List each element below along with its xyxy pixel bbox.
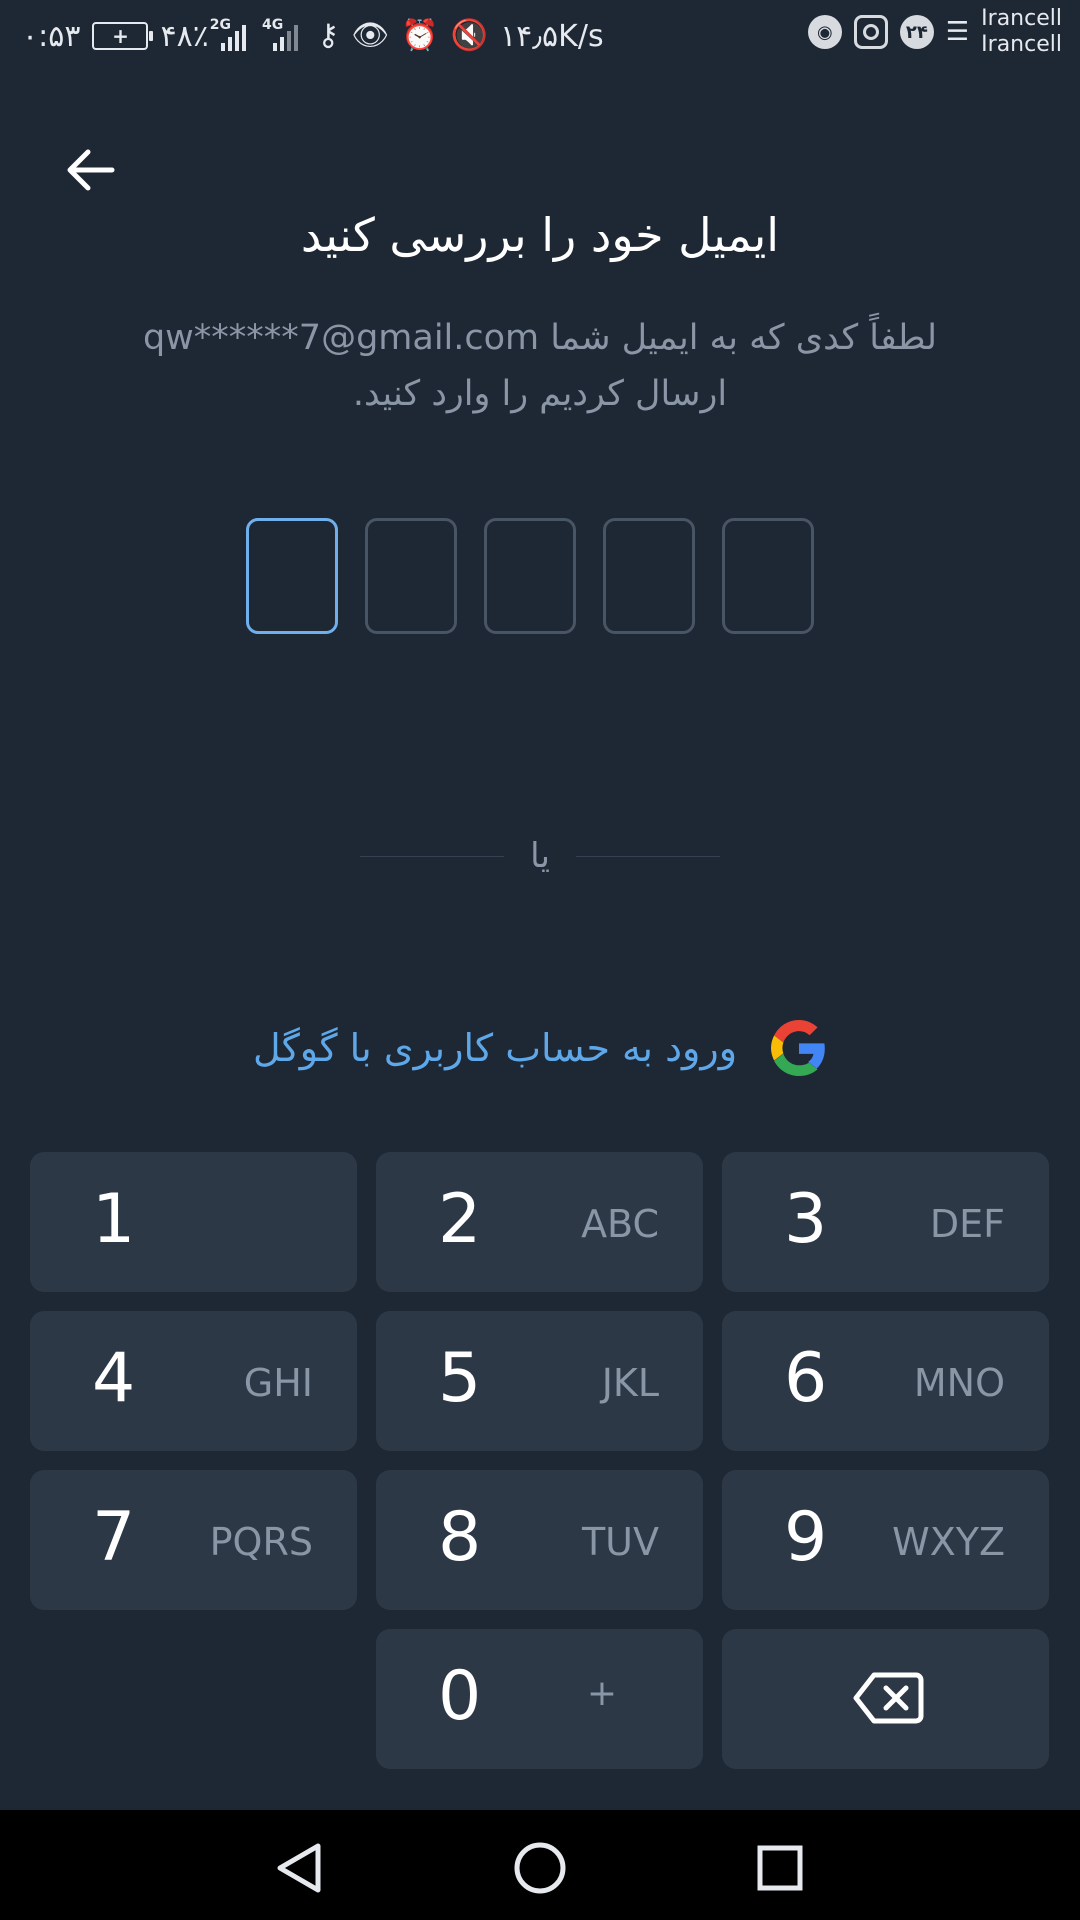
page-subtitle: لطفاً کدی که به ایمیل شما qw******7@gmai…: [100, 310, 980, 422]
notification-count-badge: ۲۴: [899, 15, 934, 50]
subtitle-suffix: ارسال کردیم را وارد کنید.: [352, 374, 728, 414]
key-letters: +: [586, 1673, 617, 1714]
key-letters: TUV: [581, 1520, 659, 1564]
system-navigation-bar: [0, 1810, 1080, 1920]
code-digit-2[interactable]: [365, 518, 457, 634]
nav-back-button[interactable]: [270, 1838, 330, 1898]
battery-level: ۴۸٪: [160, 18, 209, 54]
status-bar: ۰:۵۳ + ۴۸٪ 2G 4G ⚷ 👁 ⏰ 🔇 ۱۴٫۵K/s ◉ ۲۴ ☰ …: [0, 0, 1080, 78]
key-letters: PQRS: [209, 1520, 313, 1564]
backspace-icon: [853, 1672, 924, 1724]
page-title: ایمیل خود را بررسی کنید: [300, 208, 780, 262]
google-signin-label: ورود به حساب کاربری با گوگل: [252, 1026, 738, 1070]
divider-text: یا: [530, 836, 550, 876]
carrier-labels: Irancell Irancell: [981, 6, 1062, 59]
triangle-back-icon: [277, 1843, 321, 1893]
key-0[interactable]: 0 +: [376, 1629, 703, 1769]
key-letters: WXYZ: [892, 1520, 1005, 1564]
key-number: 4: [92, 1339, 136, 1418]
square-recents-icon: [757, 1845, 803, 1891]
news-app-icon: ☰: [945, 17, 970, 48]
key-number: 3: [784, 1180, 828, 1259]
key-5[interactable]: 5 JKL: [376, 1311, 703, 1451]
clock: ۰:۵۳: [22, 18, 81, 54]
alarm-icon: ⏰: [401, 18, 439, 53]
key-7[interactable]: 7 PQRS: [30, 1470, 357, 1610]
signal-2g-icon: [220, 21, 246, 51]
key-8[interactable]: 8 TUV: [376, 1470, 703, 1610]
key-4[interactable]: 4 GHI: [30, 1311, 357, 1451]
code-digit-1[interactable]: [246, 518, 338, 634]
email-address: qw******7@gmail.com: [142, 318, 540, 358]
divider-line: [360, 855, 505, 857]
carrier-1: Irancell: [981, 6, 1062, 31]
battery-icon: +: [92, 22, 154, 50]
key-letters: ABC: [581, 1202, 659, 1246]
key-number: 7: [92, 1498, 136, 1577]
signal-4g-icon: [273, 21, 299, 51]
instagram-icon: [853, 15, 888, 50]
key-2[interactable]: 2 ABC: [376, 1152, 703, 1292]
verification-code-input[interactable]: [246, 518, 814, 634]
code-digit-3[interactable]: [484, 518, 576, 634]
nav-home-button[interactable]: [510, 1838, 570, 1898]
key-number: 2: [438, 1180, 482, 1259]
key-letters: JKL: [601, 1361, 659, 1405]
key-number: 6: [784, 1339, 828, 1418]
key-number: 8: [438, 1498, 482, 1577]
or-divider: یا: [360, 836, 721, 876]
code-digit-5[interactable]: [722, 518, 814, 634]
key-6[interactable]: 6 MNO: [722, 1311, 1049, 1451]
code-digit-4[interactable]: [603, 518, 695, 634]
key-number: 1: [92, 1180, 136, 1259]
circle-home-icon: [514, 1842, 566, 1894]
key-3[interactable]: 3 DEF: [722, 1152, 1049, 1292]
backspace-key[interactable]: [722, 1629, 1049, 1769]
key-letters: DEF: [929, 1202, 1005, 1246]
key-number: 5: [438, 1339, 482, 1418]
key-number: 9: [784, 1498, 828, 1577]
eye-icon: 👁: [351, 18, 390, 53]
network-speed: ۱۴٫۵K/s: [500, 18, 604, 54]
key-9[interactable]: 9 WXYZ: [722, 1470, 1049, 1610]
key-1[interactable]: 1: [30, 1152, 357, 1292]
key-number: 0: [438, 1657, 482, 1736]
key-letters: GHI: [243, 1361, 313, 1405]
mute-icon: 🔇: [450, 18, 489, 53]
nav-recents-button[interactable]: [750, 1838, 810, 1898]
subtitle-prefix: لطفاً کدی که به ایمیل شما: [550, 318, 938, 358]
google-signin-button[interactable]: ورود به حساب کاربری با گوگل: [0, 1015, 1080, 1081]
divider-line: [575, 855, 721, 857]
chrome-icon: ◉: [807, 15, 842, 50]
google-g-icon: [771, 1020, 825, 1076]
carrier-2: Irancell: [981, 32, 1062, 58]
key-icon: ⚷: [317, 18, 340, 53]
key-letters: MNO: [913, 1361, 1005, 1405]
arrow-left-icon: [67, 149, 115, 191]
back-button[interactable]: [62, 140, 132, 200]
